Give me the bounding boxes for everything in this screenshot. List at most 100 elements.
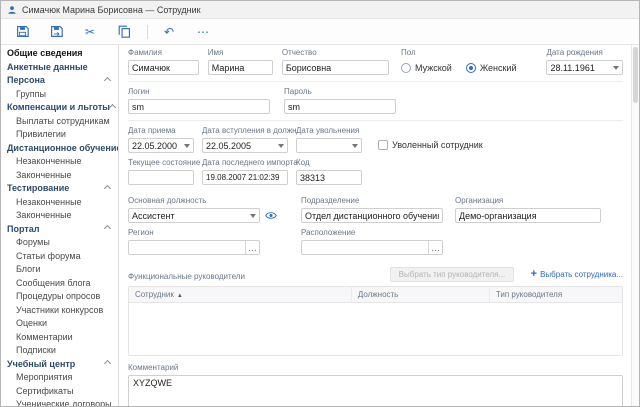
managers-column-header[interactable]: Сотрудник ▲	[129, 287, 351, 302]
sidebar-item-label: Анкетные данные	[7, 61, 88, 72]
sidebar-item-selected[interactable]: Общие сведения	[1, 47, 118, 59]
organization-input[interactable]	[455, 208, 601, 223]
current-state-input[interactable]	[128, 170, 194, 185]
region-field: …	[128, 240, 260, 255]
sidebar-item-header[interactable]: Анкетные данные	[1, 61, 118, 73]
sidebar-item-child[interactable]: Форумы	[1, 236, 118, 248]
sidebar-item-child[interactable]: Оценки	[1, 317, 118, 329]
employee-card-window: Симачюк Марина Борисовна — Сотрудник ✂ ↶…	[0, 0, 640, 407]
firstname-input[interactable]	[207, 60, 273, 75]
sidebar-item-label: Форумы	[16, 237, 50, 247]
sidebar-item-child[interactable]: Мероприятия	[1, 371, 118, 383]
copy-icon	[118, 25, 130, 38]
sidebar-item-child[interactable]: Законченные	[1, 209, 118, 221]
sidebar-item-label: Выплаты сотрудникам	[16, 115, 110, 126]
lastname-input[interactable]	[128, 60, 199, 75]
sidebar-item-child[interactable]: Привилегии	[1, 128, 118, 140]
managers-table-body	[129, 303, 622, 355]
vertical-scrollbar[interactable]	[631, 45, 639, 406]
sidebar-item-group[interactable]: Персона	[1, 74, 118, 86]
sidebar-item-label: Незаконченные	[16, 196, 82, 207]
region-input[interactable]	[128, 240, 260, 255]
radio-male[interactable]: Мужской	[401, 62, 452, 73]
managers-column-header[interactable]: Тип руководителя	[488, 287, 622, 302]
ellipsis-icon: …	[431, 242, 440, 253]
last-import-label: Дата последнего импорта	[202, 158, 298, 167]
sidebar-item-label: Группы	[16, 88, 46, 99]
location-picker-button[interactable]: …	[428, 241, 442, 254]
titlebar: Симачюк Марина Борисовна — Сотрудник	[1, 1, 639, 19]
ellipsis-icon: …	[248, 242, 257, 253]
location-input[interactable]	[301, 240, 443, 255]
hire-date-input[interactable]	[128, 138, 194, 153]
toolbar: ✂ ↶ ⋯	[1, 19, 639, 45]
toolbar-divider	[147, 24, 148, 39]
sidebar-item-child[interactable]: Процедуры опросов	[1, 290, 118, 302]
sidebar-item-child[interactable]: Блоги	[1, 263, 118, 275]
middlename-input[interactable]	[281, 60, 390, 75]
comment-input[interactable]: XYZQWE	[128, 375, 623, 406]
window-title: Симачюк Марина Борисовна — Сотрудник	[22, 4, 201, 15]
sidebar-item-child[interactable]: Комментарии	[1, 331, 118, 343]
department-label: Подразделение	[301, 196, 360, 205]
more-actions-button[interactable]: ⋯	[190, 22, 216, 42]
sidebar-item-child[interactable]: Группы	[1, 88, 118, 100]
sidebar-item-label: Мероприятия	[16, 372, 73, 382]
scrollbar-thumb[interactable]	[633, 47, 638, 103]
organization-label: Организация	[455, 196, 504, 205]
sidebar-item-child[interactable]: Сертификаты	[1, 385, 118, 397]
last-import-input[interactable]	[202, 170, 288, 185]
radio-off-icon	[401, 62, 412, 73]
sidebar-item-child[interactable]: Сообщения блога	[1, 277, 118, 289]
cut-button[interactable]: ✂	[77, 22, 103, 42]
managers-column-header[interactable]: Должность	[350, 287, 489, 302]
sidebar-item-label: Законченные	[16, 169, 72, 180]
save-and-close-button[interactable]	[43, 22, 69, 42]
sidebar-item-child[interactable]: Законченные	[1, 169, 118, 181]
radio-female[interactable]: Женский	[465, 62, 516, 73]
undo-button[interactable]: ↶	[156, 22, 182, 42]
sidebar-item-label: Сообщения блога	[16, 277, 91, 288]
sidebar-item-child[interactable]: Незаконченные	[1, 155, 118, 167]
current-state-label: Текущее состояние	[128, 158, 201, 167]
login-input[interactable]	[128, 99, 270, 114]
sidebar-item-child[interactable]: Участники конкурсов	[1, 304, 118, 316]
sidebar-item-child[interactable]: Незаконченные	[1, 196, 118, 208]
divider	[128, 81, 623, 82]
position-field	[128, 208, 260, 223]
collapse-icon[interactable]	[103, 76, 112, 84]
birthdate-input[interactable]	[546, 60, 623, 75]
sidebar-item-child[interactable]: Выплаты сотрудникам	[1, 115, 118, 127]
gender-label: Пол	[401, 48, 416, 57]
sidebar-item-group[interactable]: Учебный центр	[1, 358, 118, 370]
collapse-icon[interactable]	[103, 184, 112, 192]
password-input[interactable]	[284, 99, 396, 114]
code-input[interactable]	[296, 170, 362, 185]
undo-icon: ↶	[163, 24, 175, 39]
select-manager-type-button[interactable]: Выбрать тип руководителя...	[389, 267, 515, 282]
sidebar-item-group[interactable]: Портал	[1, 223, 118, 235]
view-position-button[interactable]	[265, 211, 277, 220]
radio-male-label: Мужской	[415, 62, 452, 73]
sidebar-item-child[interactable]: Ученические договоры	[1, 398, 118, 406]
select-employee-button[interactable]: + Выбрать сотрудника...	[531, 269, 623, 280]
collapse-icon[interactable]	[103, 224, 112, 233]
employee-form: Фамилия Имя Отчество Пол Мужск	[119, 45, 639, 406]
region-picker-button[interactable]: …	[245, 241, 259, 254]
sidebar-item-group[interactable]: Тестирование	[1, 182, 118, 194]
sidebar-item-child[interactable]: Подписки	[1, 344, 118, 356]
collapse-icon[interactable]	[103, 359, 112, 368]
position-date-input[interactable]	[202, 138, 288, 153]
managers-table: Сотрудник ▲ Должность Тип руководителя	[128, 286, 623, 356]
sidebar-item-group[interactable]: Компенсации и льготы	[1, 101, 118, 113]
save-button[interactable]	[9, 22, 35, 42]
copy-button[interactable]	[111, 22, 137, 42]
sidebar-item-label: Незаконченные	[16, 156, 82, 166]
department-input[interactable]	[301, 208, 443, 223]
sidebar-item-group[interactable]: Дистанционное обучение	[1, 142, 118, 154]
dismissal-date-input[interactable]	[296, 138, 362, 153]
position-input[interactable]	[128, 208, 260, 223]
radio-on-icon	[465, 62, 476, 73]
sidebar-item-child[interactable]: Статьи форума	[1, 250, 118, 262]
dismissed-checkbox[interactable]: Уволенный сотрудник	[378, 140, 483, 150]
